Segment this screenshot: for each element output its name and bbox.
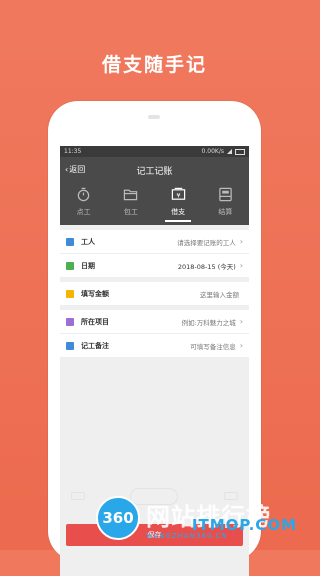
back-label: 返回 [69,165,86,174]
folder-icon [66,317,74,326]
back-button[interactable]: ‹ 返回 [65,164,85,175]
project-value: 例如:万科魅力之城 [181,318,236,327]
status-right: 0.00K/s [202,148,245,155]
settle-icon [219,187,232,202]
promo-title: 借支随手记 [101,54,207,76]
group-basic: 工人 请选择要记账的工人 › 日期 2018-08-15 (今天) › [60,230,249,277]
nav-bar: ‹ 返回 记工记账 [60,157,249,183]
tab-contract[interactable]: 包工 [111,187,151,217]
menu-key-icon [70,492,85,500]
chevron-left-icon: ‹ [65,165,69,174]
tab-label: 结算 [218,208,233,216]
worker-label: 工人 [81,237,95,246]
category-tabs: 点工 包工 ¥ 借支 结算 [60,183,249,225]
signal-icon [227,149,232,154]
coin-icon [66,289,74,298]
date-row[interactable]: 日期 2018-08-15 (今天) › [60,254,249,277]
page-title: 记工记账 [136,166,173,177]
date-label: 日期 [81,261,95,270]
money-icon: ¥ [171,187,185,200]
chevron-right-icon: › [239,317,243,326]
chevron-right-icon: › [239,341,243,350]
tab-daily[interactable]: 点工 [64,187,104,217]
project-row[interactable]: 所在项目 例如:万科魅力之城 › [60,310,249,334]
chevron-right-icon: › [239,261,243,270]
folder-icon [124,189,138,201]
date-value: 2018-08-15 (今天) [177,262,236,271]
phone-frame: 11:35 0.00K/s ‹ 返回 记工记账 点工 包工 ¥ 借支 结算 工人… [48,101,261,576]
status-time: 11:35 [64,148,82,155]
clock-icon [77,187,90,202]
status-bar: 11:35 0.00K/s [60,146,249,157]
project-label: 所在项目 [81,317,109,326]
active-tab-indicator [165,220,192,222]
svg-text:¥: ¥ [176,191,180,199]
tab-label: 借支 [171,208,186,216]
amount-input[interactable]: 这里输入金额 [200,289,239,299]
watermark-brand: ITMOP.COM [191,516,297,534]
amount-row[interactable]: 填写金额 这里输入金额 [60,282,249,305]
tab-settle[interactable]: 结算 [205,187,245,217]
note-row[interactable]: 记工备注 可填写备注信息 › [60,334,249,357]
note-value: 可填写备注信息 [190,342,236,351]
phone-speaker [148,115,160,119]
watermark-logo: 360 [96,496,140,540]
calendar-icon [66,261,74,270]
amount-label: 填写金额 [81,289,109,298]
group-extra: 所在项目 例如:万科魅力之城 › 记工备注 可填写备注信息 › [60,310,249,357]
person-icon [66,237,74,246]
tab-label: 点工 [76,208,91,216]
worker-value: 请选择要记账的工人 [177,238,236,247]
network-speed: 0.00K/s [201,148,224,155]
battery-icon [235,148,245,155]
group-amount: 填写金额 这里输入金额 [60,282,249,305]
chevron-right-icon: › [239,237,243,246]
worker-row[interactable]: 工人 请选择要记账的工人 › [60,230,249,254]
pencil-icon [66,341,74,350]
tab-borrow[interactable]: ¥ 借支 [158,187,198,222]
note-label: 记工备注 [81,341,109,350]
tab-label: 包工 [123,208,138,216]
